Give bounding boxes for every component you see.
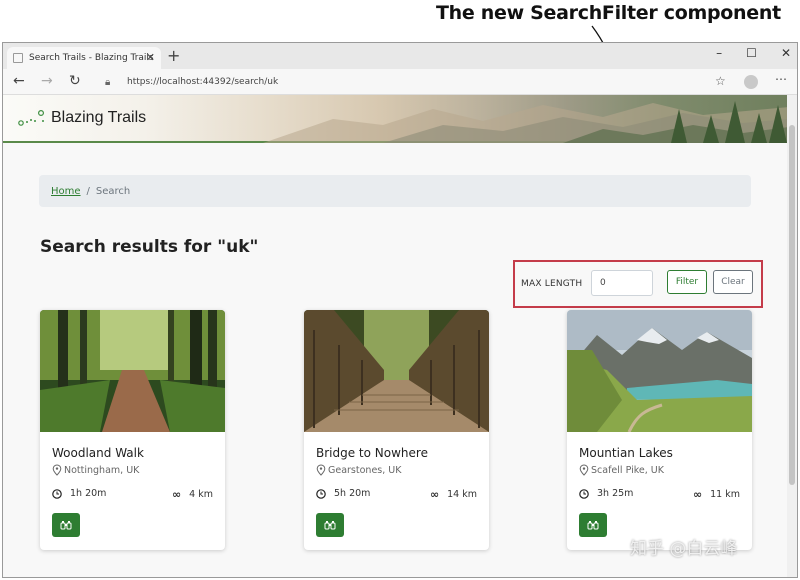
trail-logo-icon bbox=[18, 109, 45, 126]
more-menu-button[interactable]: ⋯ bbox=[775, 72, 787, 86]
close-window-button[interactable]: ✕ bbox=[781, 46, 791, 60]
scrollbar-thumb[interactable] bbox=[789, 125, 795, 485]
trail-location-text: Gearstones, UK bbox=[328, 464, 402, 476]
browser-tab[interactable]: Search Trails - Blazing Trails ✕ bbox=[7, 47, 161, 69]
trail-card[interactable]: Mountian Lakes Scafell Pike, UK 3h 25m ∞… bbox=[567, 310, 752, 550]
page-scrollbar[interactable] bbox=[787, 95, 797, 577]
view-trail-button[interactable] bbox=[579, 513, 607, 537]
trail-time-text: 5h 20m bbox=[334, 488, 371, 499]
binoculars-icon bbox=[587, 521, 599, 530]
header-banner: Blazing Trails bbox=[3, 95, 789, 143]
forward-button[interactable]: → bbox=[41, 73, 53, 89]
binoculars-icon bbox=[324, 521, 336, 530]
map-pin-icon bbox=[316, 464, 326, 476]
map-pin-icon bbox=[579, 464, 589, 476]
reload-button[interactable]: ↻ bbox=[69, 73, 81, 89]
trail-card[interactable]: Woodland Walk Nottingham, UK 1h 20m ∞ 4 … bbox=[40, 310, 225, 550]
trail-length: ∞ 14 km bbox=[430, 488, 477, 501]
url-field[interactable]: 🔒︎ https://localhost:44392/search/uk bbox=[101, 72, 761, 92]
clock-icon bbox=[579, 488, 589, 499]
view-trail-button[interactable] bbox=[52, 513, 80, 537]
view-trail-button[interactable] bbox=[316, 513, 344, 537]
site-title: Blazing Trails bbox=[51, 109, 147, 126]
binoculars-icon bbox=[60, 521, 72, 530]
trail-time-text: 1h 20m bbox=[70, 488, 107, 499]
new-tab-button[interactable]: + bbox=[167, 46, 180, 65]
back-button[interactable]: ← bbox=[13, 73, 25, 89]
infinity-icon: ∞ bbox=[429, 488, 440, 501]
max-length-label: MAX LENGTH bbox=[521, 279, 583, 289]
breadcrumb-current: Search bbox=[95, 185, 131, 197]
trail-length-text: 11 km bbox=[710, 489, 740, 500]
map-pin-icon bbox=[52, 464, 62, 476]
trail-image bbox=[304, 310, 489, 432]
breadcrumb-home-link[interactable]: Home bbox=[51, 186, 81, 197]
trail-length: ∞ 11 km bbox=[693, 488, 740, 501]
trail-length: ∞ 4 km bbox=[172, 488, 213, 501]
annotation-title: The new SearchFilter component bbox=[436, 2, 781, 24]
close-tab-icon[interactable]: ✕ bbox=[146, 51, 155, 64]
trail-location-text: Scafell Pike, UK bbox=[591, 464, 664, 476]
infinity-icon: ∞ bbox=[172, 488, 182, 501]
page-icon bbox=[13, 53, 23, 63]
page-viewport: Blazing Trails Home / Search Search resu… bbox=[3, 95, 789, 577]
trail-image bbox=[40, 310, 225, 432]
trail-location: Gearstones, UK bbox=[316, 464, 401, 476]
url-text: https://localhost:44392/search/uk bbox=[127, 77, 279, 87]
trail-location: Nottingham, UK bbox=[52, 464, 139, 476]
trail-time: 3h 25m bbox=[579, 488, 633, 499]
tab-title: Search Trails - Blazing Trails bbox=[29, 53, 154, 63]
search-filter: MAX LENGTH Filter Clear bbox=[513, 260, 763, 308]
trail-length-text: 14 km bbox=[447, 489, 477, 500]
page-title: Search results for "uk" bbox=[40, 237, 259, 257]
site-logo[interactable]: Blazing Trails bbox=[17, 108, 146, 128]
minimize-button[interactable]: – bbox=[716, 46, 722, 60]
trail-name: Woodland Walk bbox=[52, 446, 144, 460]
infinity-icon: ∞ bbox=[692, 488, 703, 501]
trail-length-text: 4 km bbox=[189, 489, 213, 500]
breadcrumb-separator: / bbox=[86, 185, 90, 197]
tab-bar: Search Trails - Blazing Trails ✕ + – ☐ ✕ bbox=[3, 43, 797, 69]
trail-time: 5h 20m bbox=[316, 488, 370, 499]
filter-button[interactable]: Filter bbox=[667, 270, 707, 294]
favorites-icon[interactable]: ☆ bbox=[715, 74, 726, 88]
trail-name: Mountian Lakes bbox=[579, 446, 673, 460]
window-controls: – ☐ ✕ bbox=[716, 46, 791, 60]
trail-location: Scafell Pike, UK bbox=[579, 464, 664, 476]
lock-icon: 🔒︎ bbox=[105, 76, 111, 88]
profile-avatar[interactable] bbox=[744, 75, 758, 89]
clock-icon bbox=[52, 488, 62, 499]
trail-location-text: Nottingham, UK bbox=[64, 464, 140, 476]
watermark: 知乎 @白云峰 bbox=[630, 539, 738, 559]
trail-card[interactable]: Bridge to Nowhere Gearstones, UK 5h 20m … bbox=[304, 310, 489, 550]
trail-name: Bridge to Nowhere bbox=[316, 446, 428, 460]
maximize-button[interactable]: ☐ bbox=[746, 46, 757, 60]
trail-time-text: 3h 25m bbox=[597, 488, 634, 499]
clear-button[interactable]: Clear bbox=[713, 270, 753, 294]
address-bar-row: ← → ↻ 🔒︎ https://localhost:44392/search/… bbox=[3, 69, 797, 95]
max-length-input[interactable] bbox=[591, 270, 653, 296]
trail-time: 1h 20m bbox=[52, 488, 106, 499]
trail-image bbox=[567, 310, 752, 432]
clock-icon bbox=[316, 488, 326, 499]
browser-window: Search Trails - Blazing Trails ✕ + – ☐ ✕… bbox=[2, 42, 798, 578]
breadcrumb: Home / Search bbox=[39, 175, 751, 207]
